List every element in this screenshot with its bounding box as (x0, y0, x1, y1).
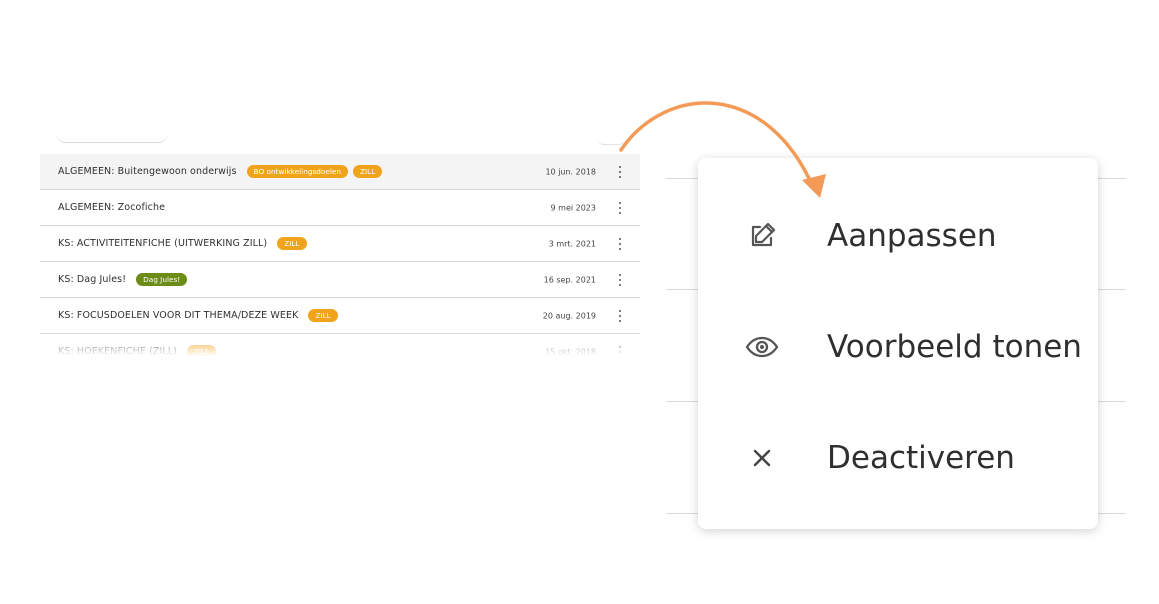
row-title: KS: ACTIVITEITENFICHE (UITWERKING ZILL) (58, 238, 268, 249)
row-title: ALGEMEEN: Buitengewoon onderwijs (58, 166, 237, 177)
table-row[interactable]: KS: FOCUSDOELEN VOOR DIT THEMA/DEZE WEEK… (40, 298, 640, 334)
row-date: 9 mei 2023 (550, 203, 596, 212)
row-badges: BO ontwikkelingsdoelen ZILL (246, 165, 383, 178)
table-row[interactable]: ALGEMEEN: Zocofiche 9 mei 2023 (40, 190, 640, 226)
menu-item-deactivate[interactable]: Deactiveren (698, 421, 1098, 495)
document-list: ALGEMEEN: Buitengewoon onderwijs BO ontw… (40, 154, 640, 356)
eye-icon (744, 329, 780, 365)
row-date: 15 okt. 2018 (545, 347, 596, 356)
context-menu: Aanpassen Voorbeeld tonen Deactiveren (698, 158, 1098, 529)
more-options-icon[interactable] (618, 345, 622, 356)
row-badges: ZILL (277, 237, 307, 250)
list-top-corner (596, 136, 626, 145)
document-list-panel: ALGEMEEN: Buitengewoon onderwijs BO ontw… (40, 118, 640, 356)
row-title: KS: HOEKENFICHE (ZILL) (58, 346, 178, 356)
menu-item-label: Deactiveren (827, 440, 1015, 476)
row-date: 10 jun. 2018 (545, 167, 596, 176)
more-options-icon[interactable] (618, 309, 622, 322)
more-options-icon[interactable] (618, 201, 622, 214)
tag-badge: ZILL (308, 309, 338, 322)
edit-icon (744, 218, 780, 254)
menu-item-edit[interactable]: Aanpassen (698, 199, 1098, 273)
row-date: 20 aug. 2019 (542, 311, 596, 320)
row-title: KS: Dag Jules! (58, 274, 127, 285)
row-date: 16 sep. 2021 (543, 275, 596, 284)
more-options-icon[interactable] (618, 273, 622, 286)
menu-item-preview[interactable]: Voorbeeld tonen (698, 310, 1098, 384)
table-row[interactable]: KS: HOEKENFICHE (ZILL) ZILL 15 okt. 2018 (40, 334, 640, 356)
row-badges: ZILL (308, 309, 338, 322)
tag-badge: ZILL (352, 165, 383, 178)
row-badges: ZILL (187, 345, 217, 356)
table-row[interactable]: ALGEMEEN: Buitengewoon onderwijs BO ontw… (40, 154, 640, 190)
table-row[interactable]: KS: ACTIVITEITENFICHE (UITWERKING ZILL) … (40, 226, 640, 262)
menu-item-label: Aanpassen (827, 218, 997, 254)
search-input[interactable] (56, 118, 168, 143)
menu-item-label: Voorbeeld tonen (827, 329, 1082, 365)
tag-badge: Dag Jules! (136, 273, 188, 286)
tag-badge: ZILL (187, 345, 217, 356)
row-title: KS: FOCUSDOELEN VOOR DIT THEMA/DEZE WEEK (58, 310, 299, 321)
tag-badge: BO ontwikkelingsdoelen (246, 165, 348, 178)
row-badges: Dag Jules! (136, 273, 188, 286)
row-title: ALGEMEEN: Zocofiche (58, 202, 166, 213)
row-date: 3 mrt. 2021 (548, 239, 596, 248)
more-options-icon[interactable] (618, 165, 622, 178)
table-row[interactable]: KS: Dag Jules! Dag Jules! 16 sep. 2021 (40, 262, 640, 298)
more-options-icon[interactable] (618, 237, 622, 250)
tag-badge: ZILL (277, 237, 307, 250)
close-icon (744, 440, 780, 476)
